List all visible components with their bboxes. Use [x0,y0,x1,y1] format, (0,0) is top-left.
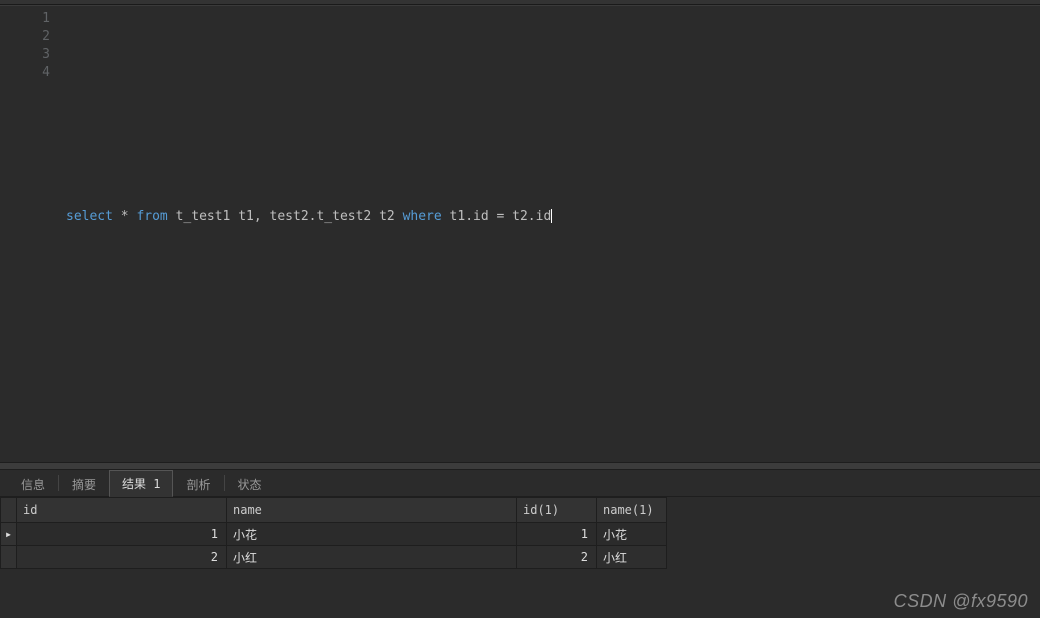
line-number-gutter: 1 2 3 4 [0,6,60,462]
line-number: 1 [0,10,50,28]
col-header-name1[interactable]: name(1) [597,498,667,523]
result-table[interactable]: id name id(1) name(1) ▸ 1 小花 1 小花 [0,497,667,569]
result-grid[interactable]: id name id(1) name(1) ▸ 1 小花 1 小花 [0,497,1040,618]
table-row[interactable]: 2 小红 2 小红 [1,546,667,569]
horizontal-splitter[interactable] [0,462,1040,470]
col-header-name[interactable]: name [227,498,517,523]
sql-editor[interactable]: 1 2 3 4 select * from t_test1 t1, test2.… [0,5,1040,462]
text-caret [551,209,552,223]
cell-name1[interactable]: 小红 [597,546,667,569]
results-panel: 信息 摘要 结果 1 剖析 状态 id name id(1) name [0,470,1040,618]
result-tab-bar: 信息 摘要 结果 1 剖析 状态 [0,470,1040,497]
line-number: 3 [0,46,50,64]
keyword-from: from [136,209,167,224]
tab-info[interactable]: 信息 [8,471,58,497]
tab-profile[interactable]: 剖析 [173,471,223,497]
code-area[interactable]: select * from t_test1 t1, test2.t_test2 … [60,6,1040,462]
col-header-id[interactable]: id [17,498,227,523]
code-line[interactable] [66,46,1040,64]
code-line[interactable]: select * from t_test1 t1, test2.t_test2 … [66,208,1040,226]
keyword-where: where [403,209,442,224]
tab-summary[interactable]: 摘要 [59,471,109,497]
keyword-select: select [66,209,113,224]
cell-id1[interactable]: 2 [517,546,597,569]
row-handle-icon[interactable]: ▸ [1,523,17,546]
cell-name[interactable]: 小红 [227,546,517,569]
line-number: 4 [0,64,50,82]
tab-status[interactable]: 状态 [225,471,275,497]
table-header-row: id name id(1) name(1) [1,498,667,523]
row-handle-header [1,498,17,523]
code-line[interactable] [66,154,1040,172]
row-handle-icon[interactable] [1,546,17,569]
cell-name1[interactable]: 小花 [597,523,667,546]
app-root: 1 2 3 4 select * from t_test1 t1, test2.… [0,0,1040,618]
table-row[interactable]: ▸ 1 小花 1 小花 [1,523,667,546]
cell-id1[interactable]: 1 [517,523,597,546]
sql-text: t_test1 t1, test2.t_test2 t2 [168,209,403,224]
code-line[interactable] [66,100,1040,118]
cell-id[interactable]: 1 [17,523,227,546]
cell-id[interactable]: 2 [17,546,227,569]
col-header-id1[interactable]: id(1) [517,498,597,523]
sql-text: t1.id = t2.id [442,209,552,224]
tab-result-1[interactable]: 结果 1 [109,470,173,497]
cell-name[interactable]: 小花 [227,523,517,546]
sql-text: * [113,209,136,224]
line-number: 2 [0,28,50,46]
